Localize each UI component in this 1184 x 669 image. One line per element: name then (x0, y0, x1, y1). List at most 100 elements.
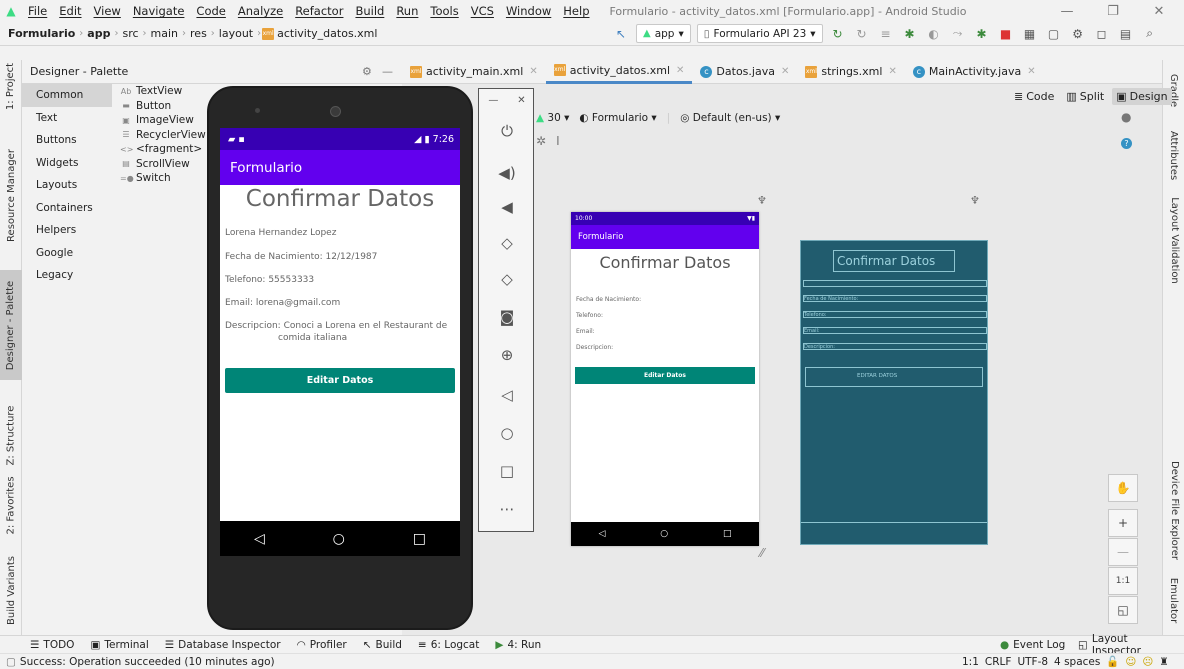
breadcrumb-project[interactable]: Formulario (0, 27, 78, 40)
tool-event-log[interactable]: ● Event Log (992, 639, 1073, 651)
tool-terminal[interactable]: ▣ Terminal (82, 639, 156, 651)
debug-icon[interactable]: ✱ (901, 25, 919, 43)
emulator-screen[interactable]: Confirmar Datos Lorena Hernandez Lopez F… (220, 128, 460, 556)
tab-activity-datos[interactable]: xml activity_datos.xml ✕ (545, 60, 693, 84)
run-config-select[interactable]: ▲ app ▾ (636, 24, 691, 43)
blueprint-view[interactable]: Confirmar Datos Fecha de Nacimiento: Tel… (800, 240, 988, 545)
hide-panel-icon[interactable]: — (382, 65, 393, 78)
breadcrumb-main[interactable]: main (148, 27, 181, 40)
palette-category-text[interactable]: Text (22, 107, 112, 130)
menu-build[interactable]: Build (349, 4, 390, 18)
device-select[interactable]: ▯ Formulario API 23 ▾ (696, 24, 823, 43)
zoom-icon[interactable]: ⊕ (479, 341, 535, 369)
rotate-left-icon[interactable]: ◇ (479, 229, 535, 257)
search-icon[interactable]: ⌕ (1141, 25, 1159, 43)
menu-edit[interactable]: Edit (53, 4, 87, 18)
tool-logcat[interactable]: ≡ 6: Logcat (410, 639, 487, 651)
design-preview[interactable]: 10:00 ▼▮ Formulario Confirmar Datos Fecha… (571, 212, 759, 546)
palette-category-layouts[interactable]: Layouts (22, 174, 112, 197)
tool-database-inspector[interactable]: ☰ Database Inspector (157, 639, 289, 651)
volume-up-icon[interactable]: ◀) (479, 159, 535, 187)
more-icon[interactable]: ⋯ (479, 495, 535, 523)
palette-category-google[interactable]: Google (22, 242, 112, 265)
menu-vcs[interactable]: VCS (465, 4, 500, 18)
volume-down-icon[interactable]: ◀ (479, 193, 535, 221)
status-message[interactable]: Success: Operation succeeded (10 minutes… (16, 656, 275, 668)
close-tab-icon[interactable]: ✕ (888, 66, 896, 77)
back-icon[interactable]: ◁ (254, 531, 265, 547)
magic-wand-icon[interactable]: ✲ (536, 134, 546, 148)
line-separator[interactable]: CRLF (985, 656, 1012, 668)
close-tab-icon[interactable]: ✕ (676, 65, 684, 76)
avd-manager-icon[interactable]: ▢ (1045, 25, 1063, 43)
close-tab-icon[interactable]: ✕ (529, 66, 537, 77)
tab-mainactivity-java[interactable]: c MainActivity.java ✕ (905, 60, 1044, 84)
stop-icon[interactable]: ■ (997, 25, 1015, 43)
palette-item-switch[interactable]: =● Switch (112, 171, 222, 186)
zoom-actual-size-button[interactable]: 1:1 (1108, 567, 1138, 595)
palette-item-button[interactable]: ▬ Button (112, 99, 222, 114)
power-icon[interactable]: ⏻ (479, 117, 535, 145)
breadcrumb-file[interactable]: activity_datos.xml (274, 27, 380, 40)
help-icon[interactable]: ? (1121, 138, 1132, 149)
palette-category-legacy[interactable]: Legacy (22, 264, 112, 287)
close-tab-icon[interactable]: ✕ (781, 66, 789, 77)
view-mode-split[interactable]: ▥ Split (1062, 88, 1108, 105)
minimize-icon[interactable]: — (1044, 0, 1090, 22)
tool-tab-emulator[interactable]: Emulator (1163, 570, 1184, 630)
view-mode-design[interactable]: ▣ Design (1112, 87, 1172, 105)
resize-handle-icon[interactable]: ⁄⁄ (760, 546, 764, 560)
hammer-back-icon[interactable]: ↖ (612, 25, 630, 43)
palette-category-helpers[interactable]: Helpers (22, 219, 112, 242)
tool-tab-designer-palette[interactable]: Designer - Palette (0, 270, 22, 380)
event-bell-icon[interactable]: ♜ (1159, 656, 1168, 668)
menu-refactor[interactable]: Refactor (289, 4, 349, 18)
api-level-select[interactable]: ▲ 30 ▾ (536, 112, 569, 124)
file-encoding[interactable]: UTF-8 (1017, 656, 1048, 668)
palette-item-recyclerview[interactable]: ☰ RecyclerView (112, 128, 222, 143)
breadcrumb-res[interactable]: res (187, 27, 210, 40)
layout-inspector-icon[interactable]: ◻ (1093, 25, 1111, 43)
coverage-icon[interactable]: ≡ (877, 25, 895, 43)
menu-code[interactable]: Code (190, 4, 231, 18)
palette-category-common[interactable]: Common (22, 84, 112, 107)
tool-tab-attributes[interactable]: Attributes (1163, 125, 1184, 185)
menu-tools[interactable]: Tools (424, 4, 464, 18)
palette-category-containers[interactable]: Containers (22, 197, 112, 220)
back-icon[interactable]: ◁ (479, 381, 535, 409)
tool-tab-project[interactable]: 1: Project (0, 60, 22, 112)
attach-process-icon[interactable]: ✱ (973, 25, 991, 43)
palette-category-widgets[interactable]: Widgets (22, 152, 112, 175)
home-icon[interactable]: ○ (479, 419, 535, 447)
zoom-in-button[interactable]: + (1108, 509, 1138, 537)
overview-icon[interactable]: □ (479, 457, 535, 485)
attach-debugger-icon[interactable]: ⤳ (949, 25, 967, 43)
breadcrumb-src[interactable]: src (119, 27, 141, 40)
tool-profiler[interactable]: ◠ Profiler (289, 639, 355, 651)
palette-item-fragment[interactable]: <> <fragment> (112, 142, 222, 157)
sdk-manager-icon[interactable]: ⚙ (1069, 25, 1087, 43)
apply-changes-icon[interactable]: ↻ (829, 25, 847, 43)
emu-edit-button[interactable]: Editar Datos (225, 368, 455, 393)
cursor-position[interactable]: 1:1 (962, 656, 979, 668)
apply-code-changes-icon[interactable]: ↻ (853, 25, 871, 43)
menu-run[interactable]: Run (390, 4, 424, 18)
tab-strings-xml[interactable]: xml strings.xml ✕ (797, 60, 904, 84)
warning-icon[interactable]: ● (1121, 110, 1131, 124)
palette-category-buttons[interactable]: Buttons (22, 129, 112, 152)
pin-icon[interactable]: ♆ (757, 194, 767, 207)
baseline-icon[interactable]: I (556, 134, 560, 148)
menu-window[interactable]: Window (500, 4, 557, 18)
tool-tab-device-file-explorer[interactable]: Device File Explorer (1163, 450, 1184, 570)
palette-item-scrollview[interactable]: ▤ ScrollView (112, 157, 222, 172)
zoom-out-button[interactable]: — (1108, 538, 1138, 566)
project-structure-icon[interactable]: ▤ (1117, 25, 1135, 43)
restore-icon[interactable]: ❐ (1090, 0, 1136, 22)
zoom-fit-icon[interactable]: ◱ (1108, 596, 1138, 624)
view-mode-code[interactable]: ≣ Code (1010, 88, 1058, 105)
menu-navigate[interactable]: Navigate (127, 4, 191, 18)
breadcrumb-layout[interactable]: layout (216, 27, 256, 40)
tool-tab-favorites[interactable]: 2: Favorites (0, 460, 22, 550)
menu-file[interactable]: File (22, 4, 53, 18)
locale-select[interactable]: ◎ Default (en-us) ▾ (680, 112, 780, 124)
